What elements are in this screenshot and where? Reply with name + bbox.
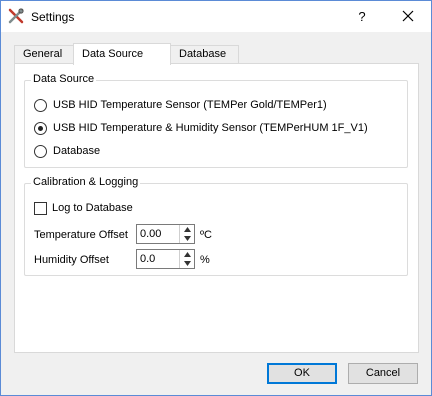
data-source-group: Data Source USB HID Temperature Sensor (…: [24, 73, 408, 168]
humidity-unit: %: [200, 254, 210, 266]
temperature-offset-spinbox[interactable]: 0.00: [136, 224, 195, 244]
radio-label[interactable]: Database: [53, 145, 100, 157]
spin-buttons: [179, 250, 194, 268]
temperature-offset-value[interactable]: 0.00: [140, 228, 161, 240]
log-to-database-checkbox[interactable]: [34, 202, 47, 215]
tab-panel: Data Source USB HID Temperature Sensor (…: [14, 63, 419, 353]
humidity-offset-up-button[interactable]: [180, 250, 194, 259]
window-title: Settings: [31, 10, 75, 24]
tab-data-source[interactable]: Data Source: [73, 43, 171, 65]
settings-dialog: Settings ? General Data Source Database …: [0, 0, 432, 396]
chevron-up-icon: [184, 227, 191, 232]
humidity-offset-label: Humidity Offset: [34, 254, 109, 266]
radio-label[interactable]: USB HID Temperature & Humidity Sensor (T…: [53, 122, 368, 134]
ok-button[interactable]: OK: [267, 363, 337, 384]
radio-selected-dot: [38, 126, 43, 131]
calibration-group: Calibration & Logging Log to Database Te…: [24, 176, 408, 276]
close-icon: [402, 10, 414, 22]
tools-icon: [8, 8, 24, 24]
temperature-offset-down-button[interactable]: [180, 234, 194, 243]
radio-label[interactable]: USB HID Temperature Sensor (TEMPer Gold/…: [53, 99, 327, 111]
title-bar: Settings ?: [1, 1, 431, 32]
humidity-offset-spinbox[interactable]: 0.0: [136, 249, 195, 269]
chevron-down-icon: [184, 236, 191, 241]
chevron-down-icon: [184, 261, 191, 266]
chevron-up-icon: [184, 252, 191, 257]
spin-buttons: [179, 225, 194, 243]
data-source-legend: Data Source: [31, 73, 97, 85]
tab-general[interactable]: General: [14, 45, 74, 64]
calibration-legend: Calibration & Logging: [31, 176, 141, 188]
close-button[interactable]: [385, 1, 431, 32]
radio-button[interactable]: [34, 99, 47, 112]
temperature-unit: ºC: [200, 229, 212, 241]
help-button[interactable]: ?: [339, 1, 385, 32]
temperature-offset-up-button[interactable]: [180, 225, 194, 234]
temperature-offset-label: Temperature Offset: [34, 229, 128, 241]
radio-button[interactable]: [34, 122, 47, 135]
radio-button[interactable]: [34, 145, 47, 158]
log-to-database-label[interactable]: Log to Database: [52, 202, 133, 214]
cancel-button[interactable]: Cancel: [348, 363, 418, 384]
humidity-offset-value[interactable]: 0.0: [140, 253, 155, 265]
tab-database[interactable]: Database: [170, 45, 239, 64]
humidity-offset-down-button[interactable]: [180, 259, 194, 268]
